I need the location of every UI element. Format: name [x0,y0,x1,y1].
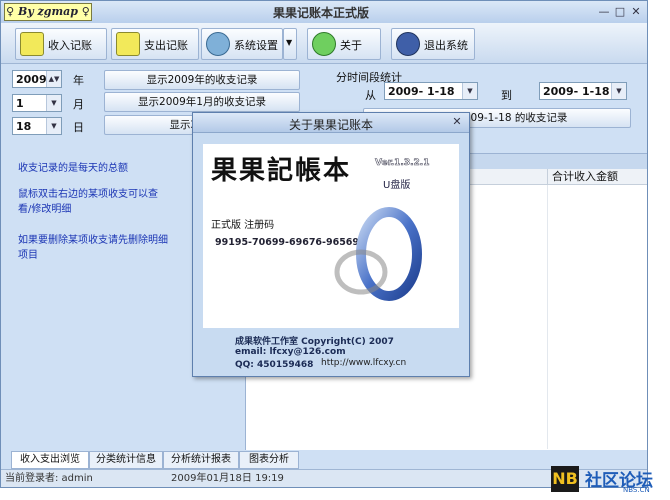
about-close-button[interactable]: ✕ [451,116,463,128]
window-title: 果果记账本正式版 [272,6,369,20]
version-label: Ver.1.3.2.1 [375,158,430,169]
exit-label: 退出系统 [424,39,468,52]
settings-button[interactable]: 系统设置 [201,28,283,60]
chevron-down-icon[interactable]: ▼ [46,118,61,134]
range-to-date[interactable]: 2009- 1-18 ▼ [539,82,627,100]
settings-icon [206,32,230,56]
website-link[interactable]: http://www.lfcxy.cn [321,358,406,368]
help-text-3: 如果要删除某项收支请先删除明细项目 [18,235,168,261]
range-from-label: 从 [365,89,376,102]
about-panel: 果果記帳本 Ver.1.3.2.1 U盘版 正式版 注册码 99195-7069… [203,144,459,328]
about-dialog: 关于果果记账本 ✕ 果果記帳本 Ver.1.3.2.1 U盘版 正式版 注册码 … [192,112,470,377]
close-button[interactable]: ✕ [629,5,643,18]
about-title: 关于果果记账本 [288,118,373,132]
watermark-logo: NB [551,466,579,492]
forum-watermark: NB 社区论坛 NBS.CN [545,464,665,496]
tab-category-stats[interactable]: 分类统计信息 [89,451,163,469]
expense-icon [116,32,140,56]
help-text-1: 收支记录的是每天的总额 [18,163,128,174]
copyright-text: 成果软件工作室 Copyright(C) 2007 [235,337,394,347]
status-date: 2009年01月18日 19:19 [171,473,284,484]
income-entry-button[interactable]: 收入记账 [15,28,107,60]
month-value: 1 [16,97,24,110]
about-title-bar: 关于果果记账本 ✕ [193,113,469,133]
ring-logo-icon [334,207,422,301]
about-icon [312,32,336,56]
author-badge: ♀ By zgmap ♀ [4,3,92,21]
about-label: 关于 [340,39,362,52]
day-select[interactable]: 18 ▼ [12,117,62,135]
help-text-2: 鼠标双击右边的某项收支可以查看/修改明细 [18,189,158,215]
about-button[interactable]: 关于 [307,28,381,60]
settings-dropdown-button[interactable]: ▼ [283,28,297,60]
spinner-arrows-icon[interactable]: ▲▼ [46,71,61,87]
product-name: 果果記帳本 [211,156,352,186]
tab-chart[interactable]: 图表分析 [239,451,299,469]
expense-entry-label: 支出记账 [144,39,188,52]
tab-browse[interactable]: 收入支出浏览 [11,451,89,469]
show-year-button[interactable]: 显示2009年的收支记录 [104,70,300,90]
column-divider [547,185,548,449]
year-value: 2009 [16,73,47,86]
tab-report[interactable]: 分析统计报表 [163,451,239,469]
income-icon [20,32,44,56]
exit-icon [396,32,420,56]
chevron-down-icon: ▼ [286,38,293,47]
watermark-subtext: NBS.CN [623,486,650,494]
title-bar: ♀ By zgmap ♀ 果果记账本正式版 — □ ✕ [1,1,647,23]
toolbar: 收入记账 支出记账 系统设置 ▼ 关于 退出系统 [1,23,647,64]
chevron-down-icon[interactable]: ▼ [46,95,61,111]
minimize-button[interactable]: — [597,5,611,18]
column-header-income-total[interactable]: 合计收入金额 [548,169,647,185]
income-entry-label: 收入记账 [48,39,92,52]
email-text: email: lfcxy@126.com [235,347,346,357]
range-to-label: 到 [501,89,512,102]
month-select[interactable]: 1 ▼ [12,94,62,112]
year-spinner[interactable]: 2009 ▲▼ [12,70,62,88]
range-to-value: 2009- 1-18 [543,85,610,98]
range-from-value: 2009- 1-18 [388,85,455,98]
year-unit-label: 年 [73,74,84,87]
registration-label: 正式版 注册码 [211,220,275,231]
range-from-date[interactable]: 2009- 1-18 ▼ [384,82,478,100]
maximize-button[interactable]: □ [613,5,627,18]
settings-label: 系统设置 [234,39,278,52]
day-unit-label: 日 [73,121,84,134]
status-user: 当前登录者: admin [5,473,93,484]
chevron-down-icon[interactable]: ▼ [462,83,477,99]
chevron-down-icon[interactable]: ▼ [611,83,626,99]
expense-entry-button[interactable]: 支出记账 [111,28,199,60]
exit-button[interactable]: 退出系统 [391,28,475,60]
day-value: 18 [16,120,32,133]
edition-label: U盘版 [383,180,411,191]
month-unit-label: 月 [73,98,84,111]
qq-text: QQ: 450159468 [235,360,314,370]
show-month-button[interactable]: 显示2009年1月的收支记录 [104,92,300,112]
